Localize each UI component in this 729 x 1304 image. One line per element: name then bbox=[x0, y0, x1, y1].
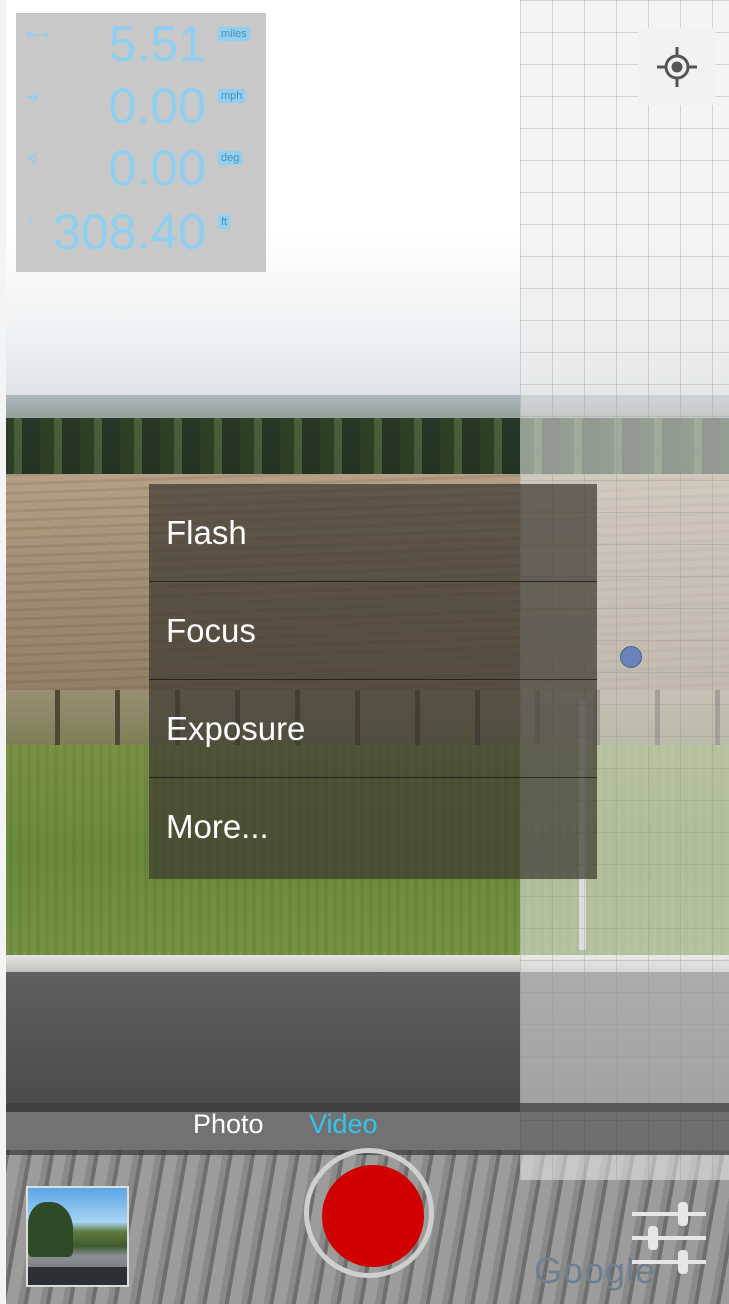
menu-item-focus[interactable]: Focus bbox=[149, 582, 597, 680]
mode-photo-tab[interactable]: Photo bbox=[193, 1109, 264, 1140]
camera-options-menu: Flash Focus Exposure More... bbox=[149, 484, 597, 879]
hud-distance-unit: miles bbox=[218, 27, 250, 41]
gallery-thumbnail[interactable] bbox=[26, 1186, 129, 1287]
hud-speed-row: ➔ 0.00 mph bbox=[16, 77, 266, 139]
thumbnail-tree bbox=[28, 1202, 73, 1257]
hud-distance-row: ⟷ 5.51 miles bbox=[16, 15, 266, 77]
settings-sliders-icon[interactable] bbox=[628, 1200, 710, 1276]
hud-altitude-value: 308.40 bbox=[53, 204, 206, 260]
menu-item-exposure[interactable]: Exposure bbox=[149, 680, 597, 778]
speed-icon: ➔ bbox=[26, 89, 40, 106]
mode-video-tab[interactable]: Video bbox=[309, 1109, 378, 1140]
hud-distance-value: 5.51 bbox=[108, 16, 206, 72]
location-dot bbox=[620, 646, 642, 668]
thumbnail-dashboard bbox=[28, 1267, 127, 1285]
hud-altitude-unit: ft bbox=[218, 215, 231, 229]
altitude-icon: ↑ bbox=[26, 213, 34, 230]
menu-item-flash[interactable]: Flash bbox=[149, 484, 597, 582]
hud-speed-unit: mph bbox=[218, 89, 246, 103]
hud-heading-row: ∢ 0.00 deg bbox=[16, 139, 266, 201]
hud-heading-value: 0.00 bbox=[108, 140, 206, 196]
heading-icon: ∢ bbox=[26, 151, 40, 168]
hud-altitude-row: ↑ 308.40 ft bbox=[16, 203, 266, 265]
menu-item-more[interactable]: More... bbox=[149, 778, 597, 876]
hud-speed-value: 0.00 bbox=[108, 78, 206, 134]
my-location-button[interactable] bbox=[638, 28, 716, 105]
gps-hud: ⟷ 5.51 miles ➔ 0.00 mph ∢ 0.00 deg ↑ 308… bbox=[16, 13, 266, 272]
hud-heading-unit: deg bbox=[218, 151, 243, 165]
distance-icon: ⟷ bbox=[26, 27, 49, 44]
record-button[interactable] bbox=[322, 1165, 424, 1267]
crosshair-icon bbox=[657, 46, 697, 87]
